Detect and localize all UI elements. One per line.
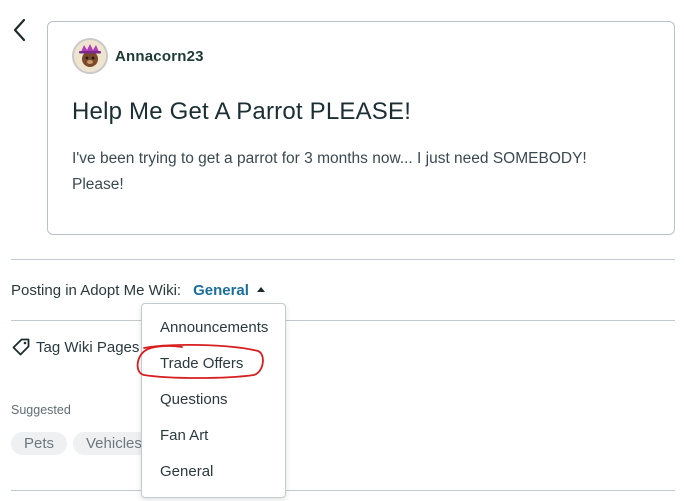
menu-item-announcements[interactable]: Announcements (160, 319, 268, 336)
avatar-image (74, 40, 106, 72)
menu-item-questions[interactable]: Questions (160, 391, 228, 408)
tag-wiki-pages-button[interactable]: Tag Wiki Pages (11, 336, 139, 358)
selected-category: General (193, 281, 249, 299)
caret-up-icon (256, 286, 265, 292)
post-card: Annacorn23 Help Me Get A Parrot PLEASE! … (47, 21, 675, 235)
suggested-label: Suggested (11, 403, 71, 417)
menu-item-trade-offers[interactable]: Trade Offers (160, 355, 243, 372)
tag-wiki-pages-label: Tag Wiki Pages (36, 338, 140, 356)
avatar[interactable] (72, 38, 108, 74)
post-title: Help Me Get A Parrot PLEASE! (72, 98, 412, 125)
tag-icon (11, 337, 31, 357)
chevron-left-icon (13, 18, 26, 42)
menu-item-general[interactable]: General (160, 463, 213, 480)
menu-item-fan-art[interactable]: Fan Art (160, 427, 208, 444)
category-dropdown-toggle[interactable]: General (193, 282, 265, 299)
post-body: I've been trying to get a parrot for 3 m… (72, 150, 587, 193)
divider (11, 320, 675, 321)
back-button[interactable] (6, 16, 34, 44)
suggested-chip[interactable]: Pets (11, 432, 68, 455)
posting-in-row: Posting in Adopt Me Wiki: General (11, 280, 265, 300)
divider (11, 490, 675, 491)
post-page: Annacorn23 Help Me Get A Parrot PLEASE! … (0, 0, 684, 501)
author-name[interactable]: Annacorn23 (115, 48, 204, 65)
author-row: Annacorn23 (72, 38, 204, 74)
divider (11, 259, 675, 260)
posting-in-label: Posting in Adopt Me Wiki: (11, 281, 182, 299)
category-dropdown-menu: Announcements Trade Offers Questions Fan… (141, 303, 286, 498)
